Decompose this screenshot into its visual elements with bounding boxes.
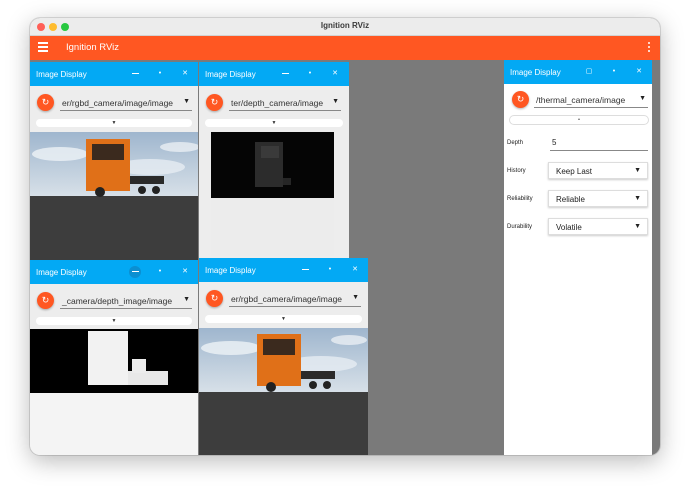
arrow-drop-down-icon: ▼ (634, 167, 641, 174)
thermal-image-display-panel: Image Display ▢ • ✕ ↻ /thermal_camera/im… (504, 60, 652, 455)
panel-header[interactable]: Image Display • ✕ (30, 62, 198, 86)
maximize-icon[interactable]: • (608, 66, 620, 78)
arrow-drop-down-icon: ▼ (183, 296, 190, 303)
topic-value: ter/depth_camera/image (231, 98, 324, 108)
image-display-panel-1: Image Display • ✕ ↻ er/rgbd_camera/image… (30, 62, 198, 261)
maximize-icon[interactable]: • (154, 266, 166, 278)
app-bar: Ignition RViz (30, 36, 660, 60)
arrow-drop-down-icon: ▼ (183, 98, 190, 105)
toolbar-expand-handle[interactable]: ▼ (36, 119, 192, 127)
panel-title: Image Display (36, 268, 87, 277)
camera-image (199, 328, 368, 455)
minimize-icon[interactable] (299, 264, 311, 276)
panel-title: Image Display (205, 70, 256, 79)
topic-value: /thermal_camera/image (536, 95, 626, 105)
history-label: History (507, 168, 526, 174)
topic-value: _camera/depth_image/image (62, 296, 173, 306)
maximize-icon[interactable]: • (154, 68, 166, 80)
depth-label: Depth (507, 140, 524, 146)
close-icon[interactable]: ✕ (633, 66, 645, 78)
panel-header[interactable]: Image Display ▢ • ✕ (504, 60, 652, 84)
app-title: Ignition RViz (66, 42, 119, 53)
durability-value: Volatile (556, 223, 582, 232)
arrow-drop-down-icon: ▼ (352, 294, 359, 301)
minimize-icon[interactable] (129, 68, 141, 80)
history-select[interactable]: Keep Last ▼ (548, 162, 648, 179)
close-icon[interactable]: ✕ (179, 266, 191, 278)
topic-select[interactable]: /thermal_camera/image ▼ (534, 91, 648, 108)
close-icon[interactable]: ✕ (349, 264, 361, 276)
topic-select[interactable]: ter/depth_camera/image ▼ (229, 94, 341, 111)
toolbar-expand-handle[interactable]: ▼ (205, 119, 343, 127)
topic-value: er/rgbd_camera/image/image (62, 98, 174, 108)
close-icon[interactable]: ✕ (329, 68, 341, 80)
topic-select[interactable]: er/rgbd_camera/image/image ▼ (229, 290, 361, 307)
durability-label: Durability (507, 224, 533, 230)
panel-header[interactable]: Image Display • ✕ (30, 260, 198, 284)
arrow-drop-down-icon: ▼ (332, 98, 339, 105)
arrow-drop-down-icon: ▼ (634, 223, 641, 230)
app-window: Ignition RViz Ignition RViz Image Displa… (30, 18, 660, 455)
minimize-icon[interactable] (129, 266, 141, 278)
history-value: Keep Last (556, 167, 593, 176)
topic-select[interactable]: er/rgbd_camera/image/image ▼ (60, 94, 192, 111)
reliability-value: Reliable (556, 195, 585, 204)
panel-header[interactable]: Image Display • ✕ (199, 62, 349, 86)
refresh-icon[interactable]: ↻ (37, 94, 54, 111)
minimize-icon[interactable] (279, 68, 291, 80)
durability-select[interactable]: Volatile ▼ (548, 218, 648, 235)
refresh-icon[interactable]: ↻ (37, 292, 54, 309)
camera-image (211, 132, 334, 256)
image-display-panel-3: Image Display • ✕ ↻ _camera/depth_image/… (30, 260, 198, 455)
topic-value: er/rgbd_camera/image/image (231, 294, 343, 304)
panel-header[interactable]: Image Display • ✕ (199, 258, 368, 282)
arrow-drop-down-icon: ▼ (639, 95, 646, 102)
reliability-label: Reliability (507, 196, 533, 202)
refresh-icon[interactable]: ↻ (512, 91, 529, 108)
refresh-icon[interactable]: ↻ (206, 290, 223, 307)
topic-select[interactable]: _camera/depth_image/image ▼ (60, 292, 192, 309)
camera-image (30, 329, 198, 455)
arrow-drop-down-icon: ▼ (634, 195, 641, 202)
maximize-icon[interactable]: • (304, 68, 316, 80)
toolbar-expand-handle[interactable]: ▼ (36, 317, 192, 325)
panel-title: Image Display (205, 266, 256, 275)
toolbar-expand-handle[interactable]: • (510, 116, 648, 124)
window-title: Ignition RViz (320, 21, 370, 30)
restore-icon[interactable]: ▢ (583, 66, 595, 78)
maximize-icon[interactable]: • (324, 264, 336, 276)
hamburger-menu-icon[interactable] (38, 42, 48, 54)
close-icon[interactable]: ✕ (179, 68, 191, 80)
panel-title: Image Display (510, 68, 561, 77)
reliability-select[interactable]: Reliable ▼ (548, 190, 648, 207)
image-display-panel-2: Image Display • ✕ ↻ ter/depth_camera/ima… (199, 62, 349, 261)
panel-title: Image Display (36, 70, 87, 79)
depth-input[interactable]: 5 (550, 137, 648, 151)
camera-image (30, 132, 198, 261)
toolbar-expand-handle[interactable]: ▼ (205, 315, 362, 323)
image-display-panel-4: Image Display • ✕ ↻ er/rgbd_camera/image… (199, 258, 368, 455)
window-titlebar[interactable]: Ignition RViz (30, 18, 660, 36)
refresh-icon[interactable]: ↻ (206, 94, 223, 111)
more-vert-icon[interactable] (648, 42, 651, 54)
